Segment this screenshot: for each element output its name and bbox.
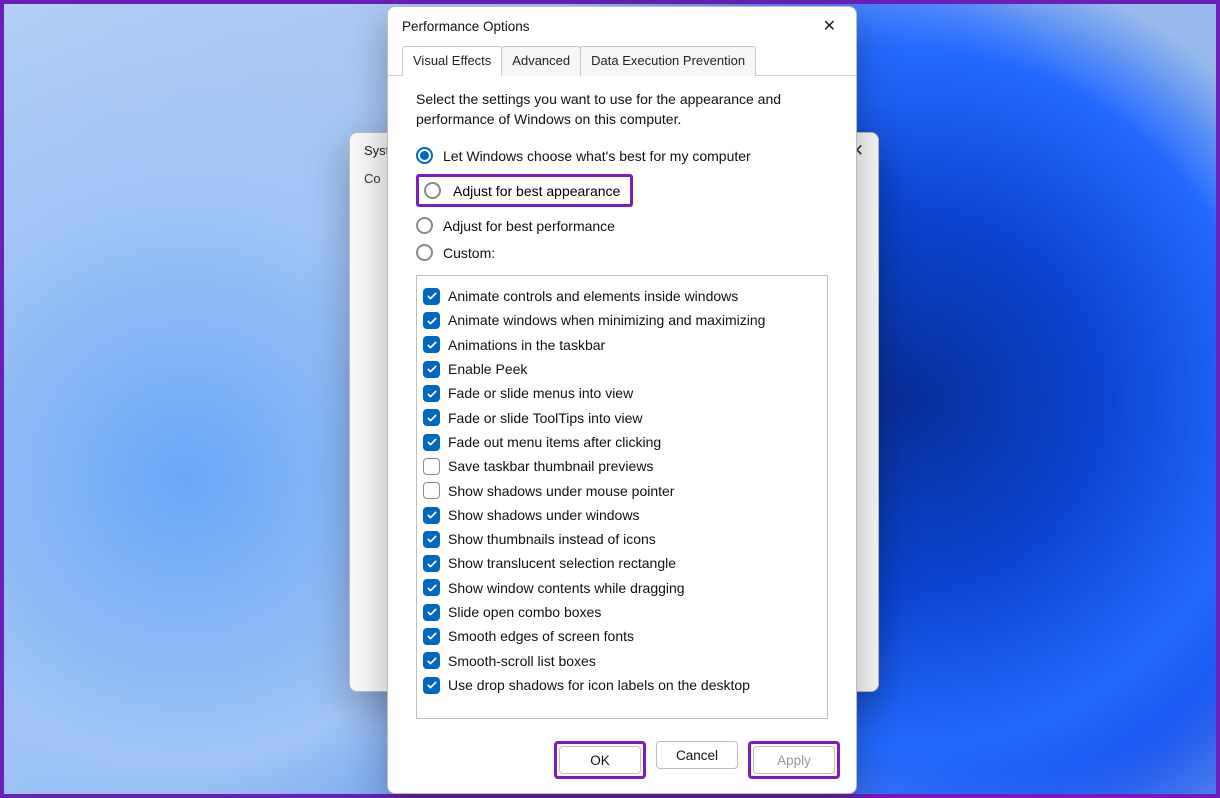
ok-button[interactable]: OK (559, 746, 641, 774)
ok-button-highlight: OK (554, 741, 646, 779)
checkbox-icon (423, 458, 440, 475)
radio-option[interactable]: Adjust for best performance (416, 217, 828, 234)
checkbox-label: Use drop shadows for icon labels on the … (448, 675, 750, 695)
checkbox-label: Show shadows under mouse pointer (448, 481, 674, 501)
checkbox-label: Smooth-scroll list boxes (448, 651, 596, 671)
button-bar: OK Cancel Apply (388, 729, 856, 793)
checkbox-icon (423, 531, 440, 548)
checkbox-label: Fade or slide ToolTips into view (448, 408, 643, 428)
visual-effects-list[interactable]: Animate controls and elements inside win… (416, 275, 828, 719)
checkbox-icon (423, 628, 440, 645)
checkbox-icon (423, 555, 440, 572)
tab-data-execution-prevention[interactable]: Data Execution Prevention (580, 46, 756, 76)
window-title: Performance Options (402, 19, 530, 34)
checkbox-label: Animations in the taskbar (448, 335, 605, 355)
checkbox-icon (423, 604, 440, 621)
radio-label: Adjust for best performance (443, 218, 615, 234)
checkbox-label: Smooth edges of screen fonts (448, 626, 634, 646)
radio-label: Adjust for best appearance (453, 183, 620, 199)
close-button[interactable]: ✕ (817, 12, 842, 40)
checkbox-label: Slide open combo boxes (448, 602, 601, 622)
checkbox-label: Enable Peek (448, 359, 527, 379)
checkbox-label: Show shadows under windows (448, 505, 639, 525)
apply-button-highlight: Apply (748, 741, 840, 779)
checkbox-label: Show window contents while dragging (448, 578, 685, 598)
checkbox-icon (423, 409, 440, 426)
apply-button[interactable]: Apply (753, 746, 835, 774)
checkbox-row[interactable]: Animate controls and elements inside win… (423, 284, 821, 308)
checkbox-row[interactable]: Smooth-scroll list boxes (423, 649, 821, 673)
system-properties-tab-partial[interactable]: Co (364, 171, 381, 186)
performance-options-window: Performance Options ✕ Visual EffectsAdva… (387, 6, 857, 794)
checkbox-icon (423, 507, 440, 524)
tab-advanced[interactable]: Advanced (501, 46, 581, 76)
tab-content: Select the settings you want to use for … (388, 76, 856, 729)
checkbox-row[interactable]: Slide open combo boxes (423, 600, 821, 624)
radio-option[interactable]: Custom: (416, 244, 828, 261)
checkbox-label: Fade or slide menus into view (448, 383, 633, 403)
checkbox-icon (423, 336, 440, 353)
radio-icon (416, 217, 433, 234)
radio-option[interactable]: Let Windows choose what's best for my co… (416, 147, 828, 164)
checkbox-icon (423, 361, 440, 378)
checkbox-label: Show thumbnails instead of icons (448, 529, 656, 549)
checkbox-row[interactable]: Animations in the taskbar (423, 333, 821, 357)
radio-icon (416, 244, 433, 261)
checkbox-row[interactable]: Smooth edges of screen fonts (423, 624, 821, 648)
checkbox-row[interactable]: Fade or slide menus into view (423, 381, 821, 405)
checkbox-label: Animate windows when minimizing and maxi… (448, 310, 765, 330)
radio-icon (416, 147, 433, 164)
radio-icon (424, 182, 441, 199)
checkbox-row[interactable]: Show window contents while dragging (423, 576, 821, 600)
tab-visual-effects[interactable]: Visual Effects (402, 46, 502, 76)
checkbox-row[interactable]: Show shadows under windows (423, 503, 821, 527)
system-properties-title: Syst (364, 143, 389, 158)
radio-option[interactable]: Adjust for best appearance (416, 174, 633, 207)
radio-label: Custom: (443, 245, 495, 261)
checkbox-icon (423, 288, 440, 305)
checkbox-label: Save taskbar thumbnail previews (448, 456, 653, 476)
radio-label: Let Windows choose what's best for my co… (443, 148, 751, 164)
checkbox-label: Fade out menu items after clicking (448, 432, 661, 452)
checkbox-label: Show translucent selection rectangle (448, 553, 676, 573)
checkbox-icon (423, 482, 440, 499)
checkbox-label: Animate controls and elements inside win… (448, 286, 738, 306)
checkbox-icon (423, 312, 440, 329)
checkbox-row[interactable]: Save taskbar thumbnail previews (423, 454, 821, 478)
checkbox-row[interactable]: Fade or slide ToolTips into view (423, 406, 821, 430)
titlebar: Performance Options ✕ (388, 7, 856, 45)
checkbox-icon (423, 434, 440, 451)
checkbox-row[interactable]: Use drop shadows for icon labels on the … (423, 673, 821, 697)
checkbox-icon (423, 652, 440, 669)
checkbox-row[interactable]: Show thumbnails instead of icons (423, 527, 821, 551)
checkbox-row[interactable]: Show shadows under mouse pointer (423, 479, 821, 503)
tabstrip: Visual EffectsAdvancedData Execution Pre… (388, 45, 856, 76)
checkbox-row[interactable]: Show translucent selection rectangle (423, 551, 821, 575)
checkbox-icon (423, 579, 440, 596)
checkbox-row[interactable]: Fade out menu items after clicking (423, 430, 821, 454)
checkbox-row[interactable]: Enable Peek (423, 357, 821, 381)
radio-group: Let Windows choose what's best for my co… (416, 147, 828, 261)
checkbox-row[interactable]: Animate windows when minimizing and maxi… (423, 308, 821, 332)
checkbox-icon (423, 385, 440, 402)
cancel-button[interactable]: Cancel (656, 741, 738, 769)
description-text: Select the settings you want to use for … (416, 90, 828, 129)
checkbox-icon (423, 677, 440, 694)
